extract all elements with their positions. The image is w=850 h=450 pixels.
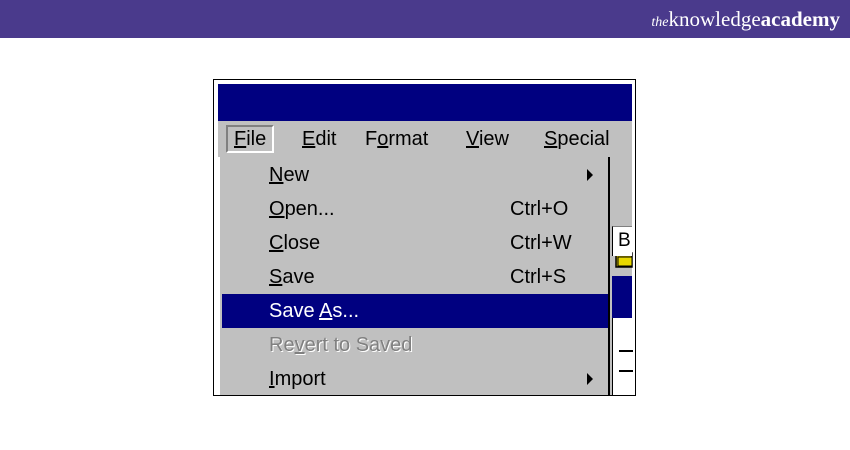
selected-region — [612, 276, 632, 318]
ruler-tick — [619, 370, 633, 372]
menu-file[interactable]: File — [226, 125, 275, 153]
menu-item-import[interactable]: Import — [222, 362, 608, 395]
shortcut-label: Ctrl+S — [510, 266, 567, 288]
screenshot-frame: File Edit Format View Special B New Open… — [213, 79, 636, 396]
brand-word-academy: academy — [760, 7, 840, 31]
menu-item-open[interactable]: Open... Ctrl+O — [222, 192, 608, 226]
submenu-arrow-icon — [587, 169, 593, 181]
menu-view[interactable]: View — [460, 125, 515, 153]
window-titlebar[interactable] — [218, 84, 632, 121]
menu-item-save[interactable]: Save Ctrl+S — [222, 260, 608, 294]
brand-prefix: the — [651, 15, 669, 30]
font-style-field[interactable]: B — [612, 226, 632, 256]
shortcut-label: Ctrl+O — [510, 198, 569, 220]
ruler-tick — [619, 350, 633, 352]
shortcut-label: Ctrl+W — [510, 232, 572, 254]
menu-format[interactable]: Format — [359, 125, 434, 153]
brand-logo: theknowledgeacademy — [651, 6, 840, 36]
menu-item-new[interactable]: New — [222, 158, 608, 192]
menu-item-revert-to-saved: Revert to Saved — [269, 334, 413, 356]
document-area[interactable] — [612, 318, 633, 395]
brand-banner: theknowledgeacademy — [0, 0, 850, 38]
file-dropdown-menu: New Open... Ctrl+O Close Ctrl+W Save Ctr… — [218, 157, 610, 395]
menu-item-close[interactable]: Close Ctrl+W — [222, 226, 608, 260]
menu-bar: File Edit Format View Special — [218, 121, 632, 157]
menu-edit[interactable]: Edit — [296, 125, 342, 153]
brand-word-knowledge: knowledge — [668, 7, 761, 31]
menu-special[interactable]: Special — [538, 125, 616, 153]
menu-item-save-as[interactable]: Save As... — [222, 294, 608, 328]
submenu-arrow-icon — [587, 373, 593, 385]
